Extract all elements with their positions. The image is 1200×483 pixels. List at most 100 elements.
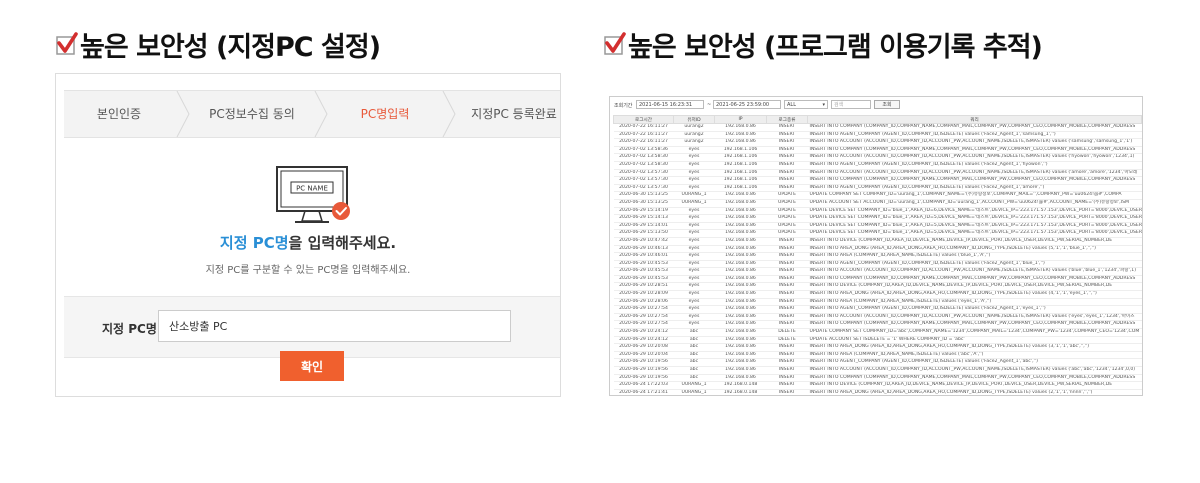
table-row[interactable]: 2020-06-29 10:24:12 abc 192.168.0.86 DELETE… [613, 328, 1142, 337]
table-row[interactable]: 2020-07-22 16:11:27 uurang2 192.168.0.86 IN… [613, 131, 1142, 140]
cell-query: INSERT INTO ACCOUNT (ACCOUNT_ID,COMPANY_… [807, 138, 1142, 147]
cell-user-id: uurang2 [673, 123, 715, 132]
step-identity-verification: 본인인증 [96, 107, 142, 121]
table-row[interactable]: 2020-07-22 16:11:27 uurang2 192.168.0.86 IN… [613, 123, 1142, 132]
table-row[interactable]: 2020-06-29 10:47:42 eyes 192.168.0.86 INSER… [613, 237, 1142, 246]
table-row[interactable]: 2020-06-24 17:21:41 UURANG_1 192.168.0.148… [613, 389, 1142, 395]
cell-log-time: 2020-06-24 17:21:41 [613, 389, 674, 395]
table-row[interactable]: 2020-06-29 15:14:01 eyes 192.168.0.86 UPDAT… [613, 222, 1142, 231]
cell-log-time: 2020-07-02 13:57:30 [613, 169, 674, 178]
cell-log-type: UPDATE [766, 222, 808, 231]
table-row[interactable]: 2020-06-29 15:14:13 eyes 192.168.0.86 UPDAT… [613, 214, 1142, 223]
cell-ip: 192.168.0.148 [714, 381, 767, 390]
search-input[interactable]: 검색 [831, 100, 871, 109]
cell-user-id: UURANG_1 [673, 191, 715, 200]
cell-log-type: INSERT [766, 153, 808, 162]
cell-log-time: 2020-06-29 10:28:09 [613, 290, 674, 299]
table-row[interactable]: 2020-06-29 10:28:06 eyes 192.168.0.86 INSER… [613, 298, 1142, 307]
step-pc-name-input: PC명입력 [360, 107, 410, 121]
cell-log-time: 2020-06-29 10:46:13 [613, 245, 674, 254]
cell-query: INSERT INTO ACCOUNT (ACCOUNT_ID,COMPANY_… [807, 366, 1142, 375]
cell-log-type: INSERT [766, 381, 808, 390]
table-body: 2020-07-22 16:11:27 uurang2 192.168.0.86 IN… [613, 123, 1142, 395]
column-header-query: 쿼리 [807, 115, 1142, 124]
cell-ip: 192.168.0.86 [714, 237, 767, 246]
cell-log-time: 2020-06-29 10:24:12 [613, 336, 674, 345]
cell-log-time: 2020-06-30 15:13:25 [613, 191, 674, 200]
table-row[interactable]: 2020-06-29 10:28:51 eyes 192.168.0.86 INSER… [613, 282, 1142, 292]
cell-user-id: eyes [673, 222, 715, 231]
cell-log-time: 2020-06-29 10:46:01 [613, 252, 674, 261]
step-arrow-icon [314, 91, 328, 137]
table-row[interactable]: 2020-07-02 13:57:30 eyes 192.168.1.106 INSE… [613, 176, 1142, 185]
table-row[interactable]: 2020-07-02 13:58:30 eyes 192.168.1.106 INSE… [613, 153, 1142, 162]
cell-ip: 192.168.0.86 [714, 282, 767, 292]
cell-ip: 192.168.0.86 [714, 252, 767, 261]
cell-log-time: 2020-06-29 10:19:56 [613, 374, 674, 383]
step-registration-complete: 지정PC 등록완료 [471, 107, 557, 121]
table-row[interactable]: 2020-07-02 13:58:36 eyes 192.168.1.106 INSE… [613, 146, 1142, 155]
cell-ip: 192.168.0.86 [714, 358, 767, 367]
cell-log-type: UPDATE [766, 199, 808, 208]
table-row[interactable]: 2020-06-29 10:46:13 eyes 192.168.0.86 INSER… [613, 245, 1142, 254]
table-row[interactable]: 2020-06-29 10:20:08 abc 192.168.0.86 INSERT… [613, 343, 1142, 352]
cell-query: INSERT INTO AGENT_COMPANY (AGENT_ID,COMP… [807, 184, 1142, 193]
cell-log-type: INSERT [766, 260, 808, 269]
cell-ip: 192.168.0.86 [714, 328, 767, 337]
cell-log-type: UPDATE [766, 229, 808, 238]
table-row[interactable]: 2020-06-29 10:45:53 eyes 192.168.0.86 INSER… [613, 267, 1142, 276]
table-row[interactable]: 2020-06-29 10:27:54 eyes 192.168.0.86 INSER… [613, 313, 1142, 322]
table-row[interactable]: 2020-06-29 15:14:19 eyes 192.168.0.86 UPDAT… [613, 207, 1142, 216]
cell-log-type: DELETE [766, 328, 808, 337]
confirm-button[interactable]: 확인 [280, 351, 344, 381]
date-separator: ~ [707, 102, 712, 108]
cell-ip: 192.168.0.86 [714, 351, 767, 360]
cell-log-type: INSERT [766, 275, 808, 284]
table-row[interactable]: 2020-06-29 10:27:54 eyes 192.168.0.86 INSER… [613, 320, 1142, 330]
cell-log-time: 2020-06-29 10:28:51 [613, 282, 674, 292]
cell-log-time: 2020-06-29 10:27:54 [613, 305, 674, 314]
table-row[interactable]: 2020-06-29 10:27:54 eyes 192.168.0.86 INSER… [613, 305, 1142, 314]
cell-query: INSERT INTO AGENT_COMPANY (AGENT_ID,COMP… [807, 305, 1142, 314]
table-row[interactable]: 2020-06-24 17:22:03 UURANG_1 192.168.0.148… [613, 381, 1142, 390]
table-row[interactable]: 2020-06-29 10:28:09 eyes 192.168.0.86 INSER… [613, 290, 1142, 299]
cell-log-time: 2020-06-29 10:19:56 [613, 366, 674, 375]
cell-user-id: eyes [673, 275, 715, 284]
pc-name-hint: 지정 PC를 구분할 수 있는 PC명을 입력해주세요. [205, 265, 411, 276]
date-from-input[interactable]: 2021-06-15 16:23:31 [636, 100, 704, 109]
table-row[interactable]: 2020-06-29 10:46:01 eyes 192.168.0.86 INSER… [613, 252, 1142, 261]
search-button[interactable]: 조회 [874, 100, 900, 109]
cell-log-type: UPDATE [766, 191, 808, 200]
cell-log-time: 2020-06-29 10:20:04 [613, 351, 674, 360]
heading-designated-pc: 높은 보안성 (지정PC 설정) [56, 24, 381, 64]
table-row[interactable]: 2020-06-29 10:45:53 eyes 192.168.0.86 INSER… [613, 275, 1142, 284]
cell-log-time: 2020-06-24 17:22:03 [613, 381, 674, 390]
table-row[interactable]: 2020-06-29 10:19:56 abc 192.168.0.86 INSERT… [613, 366, 1142, 375]
table-row[interactable]: 2020-06-29 10:19:56 abc 192.168.0.86 INSERT… [613, 358, 1142, 367]
cell-user-id: eyes [673, 260, 715, 269]
table-row[interactable]: 2020-07-02 13:57:30 eyes 192.168.1.106 INSE… [613, 184, 1142, 193]
pc-name-input[interactable] [158, 310, 511, 342]
table-row[interactable]: 2020-06-29 10:20:04 abc 192.168.0.86 INSERT… [613, 351, 1142, 360]
cell-user-id: eyes [673, 313, 715, 322]
table-row[interactable]: 2020-06-29 10:19:56 abc 192.168.0.86 INSERT… [613, 374, 1142, 383]
table-row[interactable]: 2020-07-02 13:57:30 eyes 192.168.1.106 INSE… [613, 169, 1142, 178]
date-to-input[interactable]: 2021-06-25 23:59:00 [713, 100, 781, 109]
cell-log-time: 2020-06-29 10:45:53 [613, 260, 674, 269]
log-type-select[interactable]: ALL ▾ [784, 100, 828, 109]
table-row[interactable]: 2020-06-29 10:24:12 abc 192.168.0.86 DELETE… [613, 336, 1142, 345]
table-row[interactable]: 2020-06-29 10:45:53 eyes 192.168.0.86 INSER… [613, 260, 1142, 269]
table-row[interactable]: 2020-07-22 16:11:27 uurang2 192.168.0.86 IN… [613, 138, 1142, 147]
table-row[interactable]: 2020-06-30 15:13:25 UURANG_1 192.168.0.86 U… [613, 191, 1142, 200]
cell-user-id: abc [673, 336, 715, 345]
cell-log-time: 2020-07-02 13:57:30 [613, 176, 674, 185]
pc-name-label: 지정 PC명 [102, 322, 157, 336]
cell-query: UPDATE DEVICE SET COMPANY_ID='blue_1',AR… [807, 229, 1142, 238]
cell-ip: 192.168.0.86 [714, 305, 767, 314]
cell-user-id: eyes [673, 267, 715, 276]
table-row[interactable]: 2020-07-02 13:58:30 eyes 192.168.1.106 INSE… [613, 161, 1142, 170]
cell-query: INSERT INTO COMPANY (COMPANY_ID,COMPANY_… [807, 146, 1142, 155]
table-row[interactable]: 2020-06-30 15:13:25 UURANG_1 192.168.0.86 U… [613, 199, 1142, 208]
checkbox-check-icon [56, 32, 78, 55]
table-row[interactable]: 2020-06-29 15:13:50 eyes 192.168.0.86 UPDAT… [613, 229, 1142, 238]
